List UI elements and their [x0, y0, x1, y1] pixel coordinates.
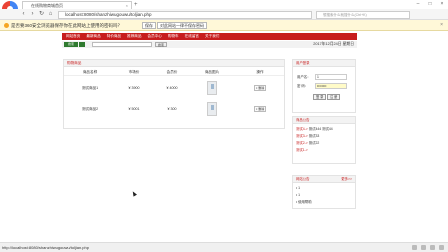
item-prefix: 测试3-> — [296, 134, 308, 138]
url-input[interactable]: localhost:8080/shanzhiwugouwu/toljian.ph… — [58, 10, 312, 19]
item-prefix: 测试4-> — [296, 127, 308, 131]
status-url: http://localhost:8080/shanzhiwugouwu/tol… — [2, 245, 89, 250]
cart-table-header: 商品名称 市场价 会员价 商品图片 操作 — [64, 68, 284, 76]
list-item[interactable]: • 1 — [296, 193, 300, 198]
close-icon[interactable]: × — [440, 22, 443, 28]
list-item[interactable]: 测试3-> 测试33 — [296, 134, 319, 139]
nav-item[interactable]: 会员中心 — [148, 33, 162, 40]
nav-item[interactable]: 关于我们 — [205, 33, 219, 40]
nav-item[interactable]: 最新商品 — [86, 33, 100, 40]
delete-label: × 删除 — [255, 107, 265, 111]
item-rest: 测试444 测试44 — [307, 127, 333, 131]
item-prefix: 测试1-> — [296, 148, 308, 152]
login-button[interactable]: 登 录 — [313, 94, 327, 100]
product-name[interactable]: 测试商品1 — [82, 78, 98, 98]
cart-title: 购物商品 — [64, 60, 284, 67]
help-header: 网站公告 更多>> — [293, 176, 355, 183]
nav-item[interactable]: 特价商品 — [107, 33, 121, 40]
column-header: 操作 — [256, 70, 264, 74]
download-icon[interactable] — [412, 245, 417, 250]
never-save-button[interactable]: 对此网站一律不保存密码 — [157, 22, 207, 29]
chevron-down-icon[interactable] — [79, 42, 85, 47]
list-item[interactable]: 测试1-> — [296, 148, 308, 153]
refresh-icon[interactable]: ↻ — [38, 11, 45, 18]
shield-icon[interactable] — [421, 245, 426, 250]
member-price: ¥ 4000 — [166, 86, 178, 90]
search-category-button[interactable]: 搜索 — [64, 42, 78, 47]
home-icon[interactable]: ⌂ — [47, 11, 54, 18]
delete-button[interactable]: × 删除 — [254, 106, 266, 112]
table-row: 测试商品1 ¥ 3900 ¥ 4000 × 删除 — [64, 78, 284, 98]
close-icon[interactable]: × — [436, 0, 448, 9]
back-icon[interactable]: ‹ — [20, 11, 27, 18]
info-icon — [4, 23, 9, 28]
help-panel: 网站公告 更多>> • 1 • 1 • 使用帮助 — [292, 175, 356, 209]
forward-icon[interactable]: › — [29, 11, 36, 18]
page-viewport: 网站首页 最新商品 特价商品 推荐商品 会员中心 购物车 在线留言 关于我们 搜… — [0, 31, 448, 242]
sound-icon[interactable] — [430, 245, 435, 250]
username-field[interactable]: 1 — [315, 74, 347, 80]
help-title: 网站公告 — [296, 177, 310, 181]
maximize-icon[interactable]: □ — [424, 0, 436, 9]
register-button[interactable]: 注 册 — [327, 94, 341, 100]
nav-item[interactable]: 在线留言 — [185, 33, 199, 40]
product-image[interactable] — [207, 81, 217, 95]
more-link[interactable]: 更多>> — [341, 176, 352, 182]
delete-button[interactable]: × 删除 — [254, 85, 266, 91]
item-prefix: 测试2-> — [296, 141, 308, 145]
list-item[interactable]: • 使用帮助 — [296, 200, 312, 205]
status-bar: http://localhost:8080/shanzhiwugouwu/tol… — [0, 242, 448, 252]
notification-text: 是否要360安全浏览器保存你在此网站上使用的密码吗？ — [11, 23, 123, 28]
column-header: 商品图片 — [204, 70, 220, 74]
cart-panel: 购物商品 商品名称 市场价 会员价 商品图片 操作 测试商品1 ¥ 3900 ¥… — [63, 59, 285, 129]
save-password-button[interactable]: 保存 — [142, 22, 156, 29]
list-item[interactable]: 测试2-> 测试22 — [296, 141, 319, 146]
search-placeholder: 想搜索什么就搜什么(Ctrl+K) — [323, 12, 367, 17]
column-header: 会员价 — [166, 70, 178, 74]
column-header: 市场价 — [128, 70, 140, 74]
zoom-icon[interactable] — [439, 245, 444, 250]
market-price: ¥ 5001 — [128, 107, 140, 111]
browser-titlebar: 在线购物商城首页 × + – □ × — [0, 0, 448, 17]
minimize-icon[interactable]: – — [412, 0, 424, 9]
nav-item[interactable]: 推荐商品 — [127, 33, 141, 40]
password-label: 密 码： — [297, 84, 309, 88]
search-input[interactable]: 想搜索什么就搜什么(Ctrl+K) — [316, 10, 410, 19]
member-price: ¥ 300 — [167, 107, 177, 111]
username-label: 用户名： — [297, 75, 311, 79]
login-panel: 用户登录 用户名： 1 密 码： •••••••• 登 录 注 册 — [292, 59, 356, 113]
site-search-button[interactable]: 搜索 — [155, 42, 167, 47]
mouse-cursor-icon — [131, 190, 137, 197]
window-controls: – □ × — [412, 0, 448, 9]
browser-tab[interactable]: 在线购物商城首页 × — [22, 1, 132, 9]
password-field[interactable]: •••••••• — [315, 83, 347, 89]
item-rest: 测试33 — [307, 134, 320, 138]
nav-item[interactable]: 网站首页 — [66, 33, 80, 40]
item-rest: 测试22 — [307, 141, 320, 145]
announcement-title: 商品公告 — [293, 117, 355, 124]
site-nav: 网站首页 最新商品 特价商品 推荐商品 会员中心 购物车 在线留言 关于我们 — [62, 33, 357, 40]
list-item[interactable]: • 1 — [296, 186, 300, 191]
nav-item[interactable]: 购物车 — [168, 33, 179, 40]
product-name[interactable]: 测试商品2 — [82, 99, 98, 119]
address-toolbar: ‹ › ↻ ⌂ localhost:8080/shanzhiwugouwu/to… — [0, 9, 448, 20]
delete-label: × 删除 — [255, 86, 265, 90]
date-text: 2017年12月24日 星期日 — [313, 42, 354, 46]
plus-icon[interactable]: + — [134, 2, 140, 8]
column-header: 商品名称 — [82, 70, 98, 74]
status-icons — [408, 245, 444, 250]
tab-close-icon[interactable]: × — [126, 2, 128, 9]
site-search-input[interactable] — [92, 42, 152, 47]
tab-title: 在线购物商城首页 — [31, 3, 63, 8]
login-title: 用户登录 — [293, 60, 355, 67]
announcement-panel: 商品公告 测试4-> 测试444 测试44 测试3-> 测试33 测试2-> 测… — [292, 116, 356, 164]
password-save-bar: 是否要360安全浏览器保存你在此网站上使用的密码吗？ 保存 对此网站一律不保存密… — [0, 20, 448, 31]
site-search-bar: 搜索 搜索 2017年12月24日 星期日 — [62, 41, 357, 48]
market-price: ¥ 3900 — [128, 86, 140, 90]
list-item[interactable]: 测试4-> 测试444 测试44 — [296, 127, 333, 132]
table-row: 测试商品2 ¥ 5001 ¥ 300 × 删除 — [64, 99, 284, 119]
product-image[interactable] — [207, 102, 217, 116]
